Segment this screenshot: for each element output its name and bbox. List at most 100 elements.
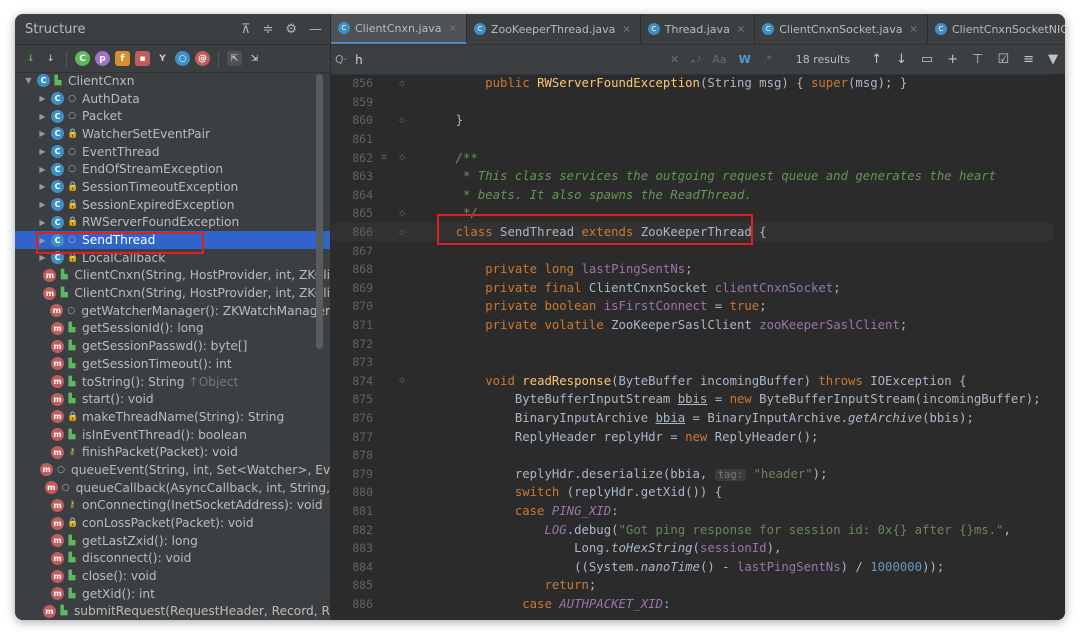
- editor-tab[interactable]: C ZooKeeperThread.java ×: [467, 14, 641, 44]
- structure-item[interactable]: ▶ C ○ Packet: [15, 107, 330, 125]
- structure-item[interactable]: m ▙ getSessionId(): long: [15, 320, 330, 338]
- chevron-right-icon[interactable]: ▶: [37, 253, 48, 262]
- show-lambdas-icon[interactable]: Y: [155, 51, 170, 66]
- clear-search-icon[interactable]: ✕: [670, 53, 679, 66]
- close-tab-icon[interactable]: ×: [737, 24, 745, 35]
- fold-marker-icon[interactable]: ◇: [381, 375, 426, 386]
- structure-item[interactable]: ▶ C ○ EndOfStreamException: [15, 160, 330, 178]
- code-line[interactable]: 860 ◇ }: [331, 111, 1065, 130]
- chevron-right-icon[interactable]: ▶: [37, 218, 48, 227]
- structure-item[interactable]: ▶ C 🔒 RWServerFoundException: [15, 214, 330, 232]
- code-line[interactable]: 870 private boolean isFirstConnect = tru…: [331, 297, 1065, 316]
- structure-item[interactable]: m ▙ toString(): String ↑Object: [15, 373, 330, 391]
- structure-item[interactable]: ▶ C 🔒 SessionTimeoutException: [15, 178, 330, 196]
- code-line[interactable]: 886 case AUTHPACKET_XID:: [331, 595, 1065, 614]
- chevron-right-icon[interactable]: ▶: [37, 200, 48, 209]
- code-line[interactable]: 875 ByteBufferInputStream bbis = new Byt…: [331, 390, 1065, 409]
- editor-tab[interactable]: C ClientCnxn.java ×: [331, 14, 467, 44]
- code-line[interactable]: 880 switch (replyHdr.getXid()) {: [331, 483, 1065, 502]
- code-line[interactable]: 879 replyHdr.deserialize(bbia, tag: "hea…: [331, 464, 1065, 483]
- structure-item[interactable]: ▶ C 🔒 SessionExpiredException: [15, 196, 330, 214]
- structure-item[interactable]: ▶ C 🔒 WatcherSetEventPair: [15, 125, 330, 143]
- align-icon[interactable]: ≡: [1023, 52, 1034, 67]
- code-line[interactable]: 877 ReplyHeader replyHdr = new ReplyHead…: [331, 427, 1065, 446]
- structure-item[interactable]: ▶ C ○ EventThread: [15, 143, 330, 161]
- code-line[interactable]: 864 * beats. It also spawns the ReadThre…: [331, 186, 1065, 205]
- close-tab-icon[interactable]: ×: [449, 23, 457, 34]
- code-line[interactable]: 868 private long lastPingSentNs;: [331, 260, 1065, 279]
- structure-item[interactable]: m ▙ submitRequest(RequestHeader, Record, R: [15, 603, 330, 620]
- show-annotations-icon[interactable]: @: [195, 51, 210, 66]
- autoscroll-from-source-icon[interactable]: ⇲: [247, 51, 262, 66]
- chevron-right-icon[interactable]: ▶: [37, 112, 48, 121]
- code-line[interactable]: 872: [331, 334, 1065, 353]
- editor-tab[interactable]: C ClientCnxnSocket.java ×: [755, 14, 928, 44]
- chevron-down-icon[interactable]: ▼: [23, 76, 34, 85]
- structure-item[interactable]: m ○ queueEvent(String, int, Set<Watcher>, …: [15, 461, 330, 479]
- chevron-right-icon[interactable]: ▶: [37, 182, 48, 191]
- code-line[interactable]: 876 BinaryInputArchive bbia = BinaryInpu…: [331, 409, 1065, 428]
- structure-item[interactable]: m ▙ isInEventThread(): boolean: [15, 426, 330, 444]
- show-fields-icon[interactable]: f: [115, 51, 130, 66]
- code-line[interactable]: 874 ◇ void readResponse(ByteBuffer incom…: [331, 372, 1065, 391]
- code-line[interactable]: 859: [331, 93, 1065, 112]
- fold-marker-icon[interactable]: ◇: [381, 208, 426, 219]
- structure-item[interactable]: ▶ C ○ AuthData: [15, 90, 330, 108]
- close-tab-icon[interactable]: ×: [622, 24, 630, 35]
- gear-icon[interactable]: ⚙: [285, 22, 297, 37]
- structure-item[interactable]: m ▙ getLastZxid(): long: [15, 532, 330, 550]
- code-line[interactable]: 881 case PING_XID:: [331, 502, 1065, 521]
- show-properties-icon[interactable]: p: [95, 51, 110, 66]
- select-all-occurrences-icon[interactable]: ⊤: [972, 52, 983, 67]
- show-non-public-icon[interactable]: ▪: [135, 51, 150, 66]
- chevron-right-icon[interactable]: ▶: [37, 94, 48, 103]
- sort-alpha-icon[interactable]: ↓: [43, 51, 58, 66]
- code-line[interactable]: 873: [331, 353, 1065, 372]
- fold-marker-icon[interactable]: ◇: [381, 78, 426, 89]
- structure-item[interactable]: m ▙ getSessionPasswd(): byte[]: [15, 337, 330, 355]
- structure-item[interactable]: m ▙ ClientCnxn(String, HostProvider, int, …: [15, 267, 330, 285]
- hide-icon[interactable]: —: [309, 22, 322, 37]
- search-history-icon[interactable]: ⤾: [691, 53, 700, 67]
- search-input[interactable]: h: [355, 53, 363, 67]
- add-occurrence-icon[interactable]: +: [947, 52, 958, 67]
- code-line[interactable]: 885 return;: [331, 576, 1065, 595]
- show-anonymous-icon[interactable]: ○: [175, 51, 190, 66]
- fold-marker-icon[interactable]: ≡ ◇: [381, 152, 426, 163]
- fold-marker-icon[interactable]: ◇: [381, 227, 426, 238]
- chevron-right-icon[interactable]: ▶: [37, 129, 48, 138]
- structure-item[interactable]: m ▙ start(): void: [15, 390, 330, 408]
- code-line[interactable]: 869 private final ClientCnxnSocket clien…: [331, 279, 1065, 298]
- editor-tab[interactable]: C Thread.java ×: [641, 14, 756, 44]
- filter-icon[interactable]: ▼: [1048, 52, 1058, 67]
- structure-item[interactable]: m ▙ close(): void: [15, 567, 330, 585]
- code-line[interactable]: 878: [331, 446, 1065, 465]
- structure-item[interactable]: m ○ getWatcherManager(): ZKWatchManager: [15, 302, 330, 320]
- collapse-all-icon[interactable]: ≑: [262, 22, 273, 37]
- code-line[interactable]: 861: [331, 130, 1065, 149]
- show-inherited-icon[interactable]: C: [75, 51, 90, 66]
- editor-scrollbar[interactable]: [1053, 74, 1065, 620]
- structure-item[interactable]: m ⚷ finishPacket(Packet): void: [15, 443, 330, 461]
- autoscroll-to-source-icon[interactable]: ⇱: [227, 51, 242, 66]
- open-in-window-icon[interactable]: ▭: [921, 52, 933, 67]
- structure-item[interactable]: m ▙ disconnect(): void: [15, 550, 330, 568]
- structure-item[interactable]: m 🔒 conLossPacket(Packet): void: [15, 514, 330, 532]
- structure-item[interactable]: m ▙ getXid(): int: [15, 585, 330, 603]
- editor-tab[interactable]: CClientCnxnSocketNIO.java×: [928, 14, 1065, 44]
- structure-item[interactable]: ▼ C ▙ ClientCnxn: [15, 72, 330, 90]
- sort-by-visibility-icon[interactable]: ↓: [23, 51, 38, 66]
- previous-occurrence-icon[interactable]: ↑: [871, 52, 882, 67]
- close-tab-icon[interactable]: ×: [910, 24, 918, 35]
- structure-item[interactable]: m ▙ getSessionTimeout(): int: [15, 355, 330, 373]
- code-line[interactable]: 871 private volatile ZooKeeperSaslClient…: [331, 316, 1065, 335]
- structure-item[interactable]: m 🔒 makeThreadName(String): String: [15, 408, 330, 426]
- expand-all-icon[interactable]: ⊼: [241, 22, 251, 37]
- fold-marker-icon[interactable]: ◇: [381, 115, 426, 126]
- structure-item[interactable]: m ▙ ClientCnxn(String, HostProvider, int, …: [15, 284, 330, 302]
- structure-scrollbar[interactable]: [316, 74, 323, 349]
- structure-item[interactable]: m ⚷ onConnecting(InetSocketAddress): void: [15, 497, 330, 515]
- structure-item[interactable]: m ○ queueCallback(AsyncCallback, int, Stri…: [15, 479, 330, 497]
- code-line[interactable]: 862 ≡ ◇ /**: [331, 148, 1065, 167]
- code-line[interactable]: 882 LOG.debug("Got ping response for ses…: [331, 520, 1065, 539]
